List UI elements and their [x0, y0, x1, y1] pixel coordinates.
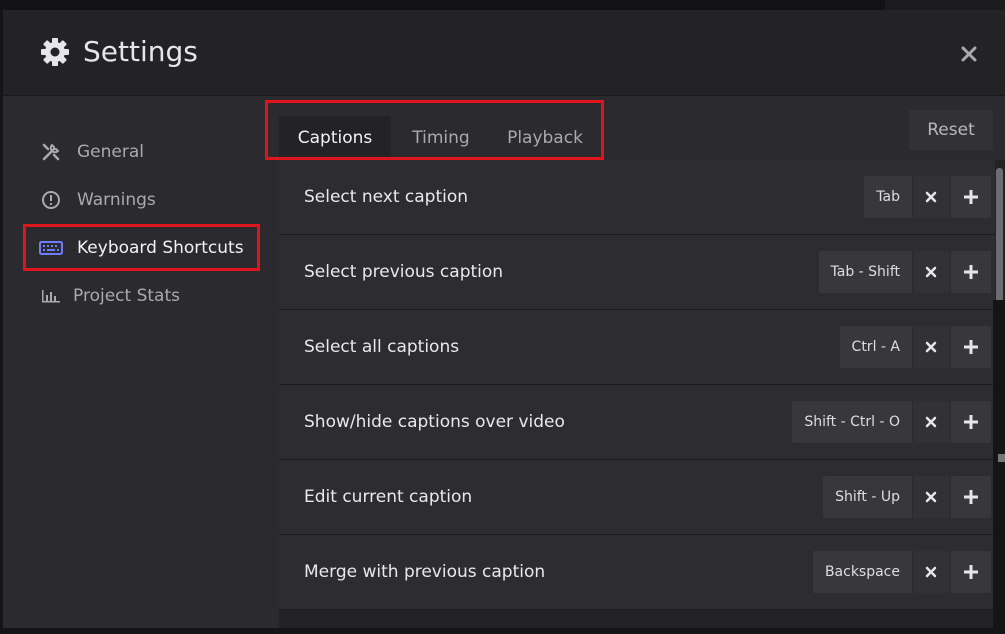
backdrop: [0, 0, 1005, 10]
settings-modal: Settings General Warnings Keyboard Short…: [3, 10, 1005, 628]
shortcut-row: Show/hide captions over video Shift - Ct…: [279, 385, 995, 460]
shortcut-row: Merge with previous caption Backspace: [279, 535, 995, 610]
add-binding-button[interactable]: [951, 176, 991, 218]
remove-binding-button[interactable]: [912, 476, 949, 518]
key-chip[interactable]: Tab: [864, 176, 912, 218]
scrollbar-thumb[interactable]: [996, 168, 1003, 316]
add-binding-button[interactable]: [951, 326, 991, 368]
key-chip[interactable]: Backspace: [812, 551, 912, 593]
key-binding: Tab - Shift: [818, 251, 949, 293]
key-binding: Backspace: [812, 551, 949, 593]
shortcut-list: Select next caption Tab Select previous …: [279, 160, 995, 628]
key-chip[interactable]: Ctrl - A: [839, 326, 912, 368]
shortcut-row: Select next caption Tab: [279, 160, 995, 235]
background-mark: [998, 454, 1005, 462]
reset-button[interactable]: Reset: [909, 110, 993, 150]
key-binding: Shift - Up: [823, 476, 949, 518]
modal-header: Settings: [3, 10, 1005, 96]
shortcut-label: Select previous caption: [304, 262, 504, 282]
tools-icon: [39, 140, 63, 164]
gear-icon: [39, 36, 71, 68]
settings-sidebar: General Warnings Keyboard Shortcuts Proj…: [3, 96, 279, 628]
background-app-peek: [885, 0, 1005, 10]
plus-icon: [964, 490, 978, 504]
plus-icon: [964, 340, 978, 354]
bar-chart-icon: [39, 284, 63, 308]
close-icon: [925, 191, 937, 203]
plus-icon: [964, 265, 978, 279]
key-binding: Ctrl - A: [839, 326, 949, 368]
modal-title: Settings: [83, 35, 198, 68]
remove-binding-button[interactable]: [912, 551, 949, 593]
close-icon: [960, 45, 978, 67]
shortcut-label: Show/hide captions over video: [304, 412, 565, 432]
tab-captions[interactable]: Captions: [279, 116, 391, 160]
sidebar-item-warnings[interactable]: Warnings: [23, 178, 259, 222]
shortcut-label: Edit current caption: [304, 487, 473, 507]
plus-icon: [964, 190, 978, 204]
close-icon: [925, 341, 937, 353]
key-chip[interactable]: Shift - Up: [823, 476, 912, 518]
close-icon: [925, 491, 937, 503]
shortcut-label: Merge with previous caption: [304, 562, 546, 582]
plus-icon: [964, 415, 978, 429]
add-binding-button[interactable]: [951, 551, 991, 593]
remove-binding-button[interactable]: [912, 326, 949, 368]
shortcut-row: Edit current caption Shift - Up: [279, 460, 995, 535]
close-icon: [925, 416, 937, 428]
tabs-bar: Captions Timing Playback Reset: [279, 96, 1005, 160]
add-binding-button[interactable]: [951, 401, 991, 443]
shortcut-row: Select all captions Ctrl - A: [279, 310, 995, 385]
sidebar-item-label: Project Stats: [73, 286, 180, 306]
sidebar-item-label: General: [77, 142, 144, 162]
shortcut-label: Select next caption: [304, 187, 469, 207]
sidebar-item-label: Keyboard Shortcuts: [77, 237, 244, 258]
tab-playback[interactable]: Playback: [491, 116, 599, 160]
plus-icon: [964, 565, 978, 579]
keyboard-icon: [39, 236, 63, 260]
add-binding-button[interactable]: [951, 251, 991, 293]
close-icon: [925, 566, 937, 578]
sidebar-item-keyboard-shortcuts[interactable]: Keyboard Shortcuts: [23, 224, 260, 271]
warning-circle-icon: [39, 188, 63, 212]
tab-timing[interactable]: Timing: [391, 116, 491, 160]
sidebar-item-general[interactable]: General: [23, 130, 259, 174]
key-binding: Shift - Ctrl - O: [792, 401, 949, 443]
remove-binding-button[interactable]: [912, 401, 949, 443]
sidebar-item-project-stats[interactable]: Project Stats: [23, 274, 259, 318]
remove-binding-button[interactable]: [912, 251, 949, 293]
add-binding-button[interactable]: [951, 476, 991, 518]
key-binding: Tab: [864, 176, 949, 218]
close-icon: [925, 266, 937, 278]
key-chip[interactable]: Tab - Shift: [818, 251, 912, 293]
key-chip[interactable]: Shift - Ctrl - O: [792, 401, 912, 443]
background-edge: [993, 300, 1005, 634]
sidebar-item-label: Warnings: [77, 190, 156, 210]
close-button[interactable]: [953, 40, 985, 72]
shortcuts-panel: Captions Timing Playback Reset Select ne…: [279, 96, 1005, 628]
shortcut-row: Select previous caption Tab - Shift: [279, 235, 995, 310]
shortcut-label: Select all captions: [304, 337, 460, 357]
remove-binding-button[interactable]: [912, 176, 949, 218]
